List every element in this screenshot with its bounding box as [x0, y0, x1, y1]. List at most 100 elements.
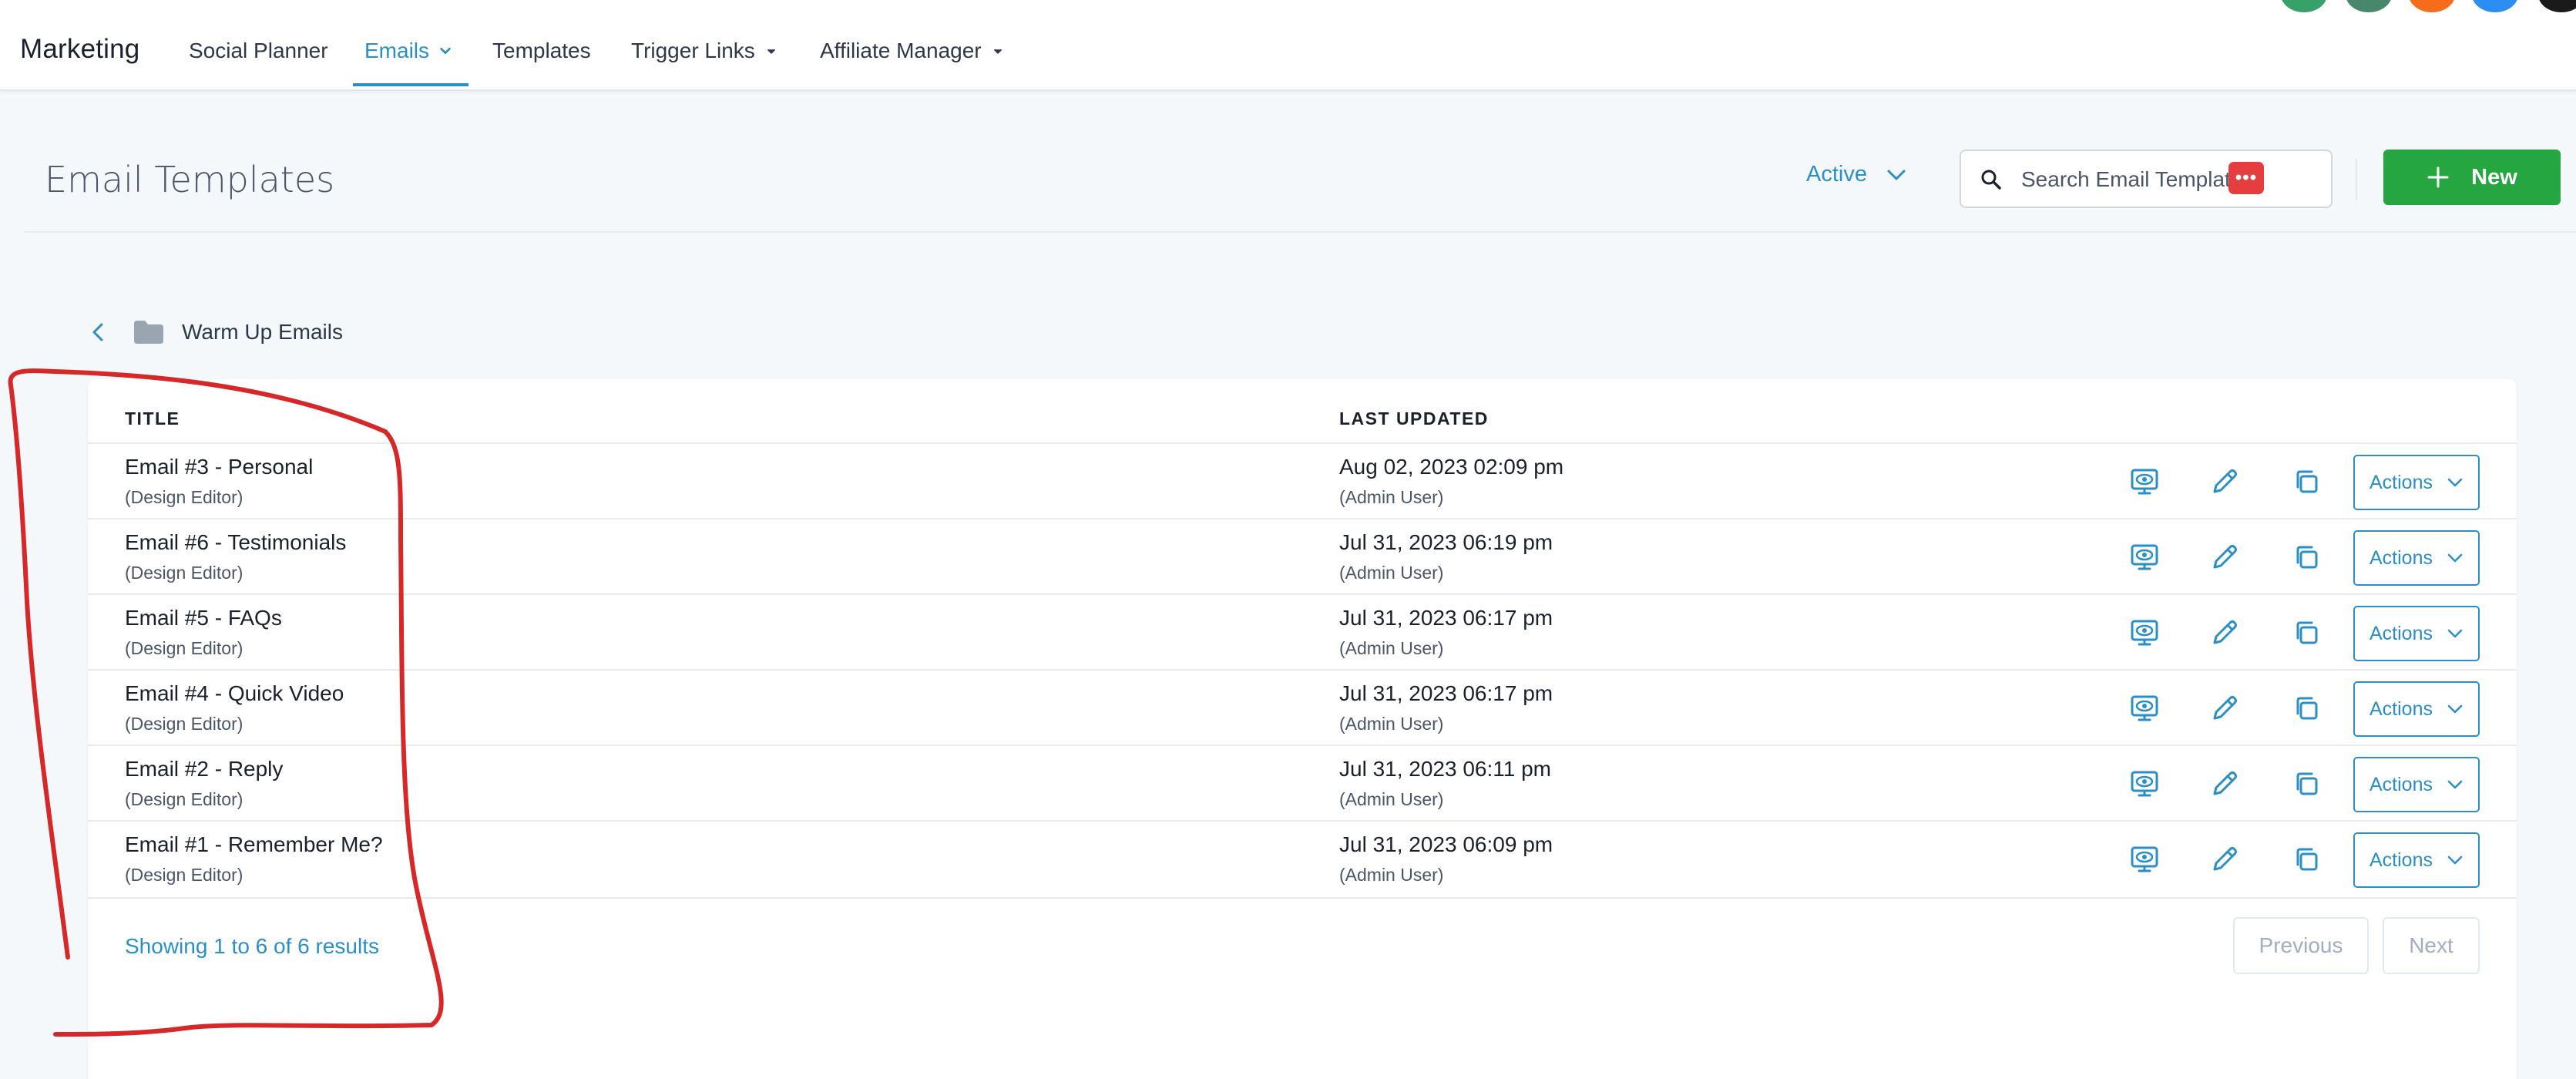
nav-label: Affiliate Manager	[820, 39, 982, 62]
new-template-button[interactable]: New	[2383, 150, 2561, 205]
actions-label: Actions	[2369, 471, 2433, 493]
nav-trigger-links[interactable]: Trigger Links	[631, 39, 778, 63]
last-updated-author: (Admin User)	[1339, 789, 1444, 809]
template-editor-type: (Design Editor)	[125, 563, 243, 583]
page-title: Email Templates	[45, 159, 335, 200]
nav-label: Emails	[364, 39, 430, 62]
avatar[interactable]	[2538, 0, 2576, 12]
pagination-summary: Showing 1 to 6 of 6 results	[125, 934, 379, 958]
chevron-left-icon[interactable]	[89, 321, 106, 344]
previous-page-button[interactable]: Previous	[2233, 917, 2369, 974]
template-editor-type: (Design Editor)	[125, 638, 243, 658]
preview-icon[interactable]	[2130, 769, 2159, 798]
edit-pencil-icon[interactable]	[2210, 618, 2239, 647]
chevron-down-icon	[440, 47, 451, 55]
next-page-button[interactable]: Next	[2383, 917, 2480, 974]
duplicate-icon[interactable]	[2292, 543, 2321, 572]
table-row[interactable]: Email #3 - Personal (Design Editor) Aug 02…	[88, 442, 2517, 518]
duplicate-icon[interactable]	[2292, 467, 2321, 496]
template-title[interactable]: Email #1 - Remember Me?	[125, 832, 383, 857]
extension-badge[interactable]: •••	[2228, 162, 2264, 194]
preview-icon[interactable]	[2130, 467, 2159, 496]
table-row[interactable]: Email #2 - Reply (Design Editor) Jul 31, 2…	[88, 745, 2517, 820]
actions-label: Actions	[2369, 546, 2433, 569]
nav-label: Social Planner	[189, 39, 328, 62]
chevron-down-icon	[2447, 478, 2463, 487]
edit-pencil-icon[interactable]	[2210, 769, 2239, 798]
actions-dropdown-button[interactable]: Actions	[2353, 681, 2480, 737]
chevron-down-icon	[2447, 553, 2463, 563]
avatar[interactable]	[2281, 0, 2327, 12]
table-bottom-border	[88, 897, 2517, 899]
avatar[interactable]	[2409, 0, 2455, 12]
edit-pencil-icon[interactable]	[2210, 467, 2239, 496]
last-updated-author: (Admin User)	[1339, 714, 1444, 734]
status-filter-label: Active	[1806, 162, 1867, 187]
last-updated-date: Aug 02, 2023 02:09 pm	[1339, 455, 1564, 479]
new-button-label: New	[2471, 164, 2517, 190]
search-box[interactable]	[1960, 150, 2333, 208]
folder-name: Warm Up Emails	[182, 320, 343, 344]
nav-label: Trigger Links	[631, 39, 755, 62]
folder-icon	[134, 321, 163, 344]
last-updated-date: Jul 31, 2023 06:09 pm	[1339, 832, 1553, 856]
search-input[interactable]	[2021, 162, 2314, 197]
column-header-title[interactable]: TITLE	[125, 408, 180, 429]
template-title[interactable]: Email #5 - FAQs	[125, 606, 282, 630]
actions-label: Actions	[2369, 773, 2433, 795]
actions-label: Actions	[2369, 697, 2433, 720]
preview-icon[interactable]	[2130, 543, 2159, 572]
duplicate-icon[interactable]	[2292, 769, 2321, 798]
breadcrumb: Warm Up Emails	[89, 319, 343, 345]
avatar[interactable]	[2472, 0, 2518, 12]
actions-dropdown-button[interactable]: Actions	[2353, 832, 2480, 888]
chevron-down-icon	[2447, 780, 2463, 789]
chevron-down-icon	[993, 49, 1002, 54]
header-divider	[25, 231, 2576, 233]
template-editor-type: (Design Editor)	[125, 714, 243, 734]
template-title[interactable]: Email #3 - Personal	[125, 455, 313, 479]
table-row[interactable]: Email #1 - Remember Me? (Design Editor) Ju…	[88, 820, 2517, 896]
template-title[interactable]: Email #6 - Testimonials	[125, 530, 346, 555]
last-updated-date: Jul 31, 2023 06:17 pm	[1339, 606, 1553, 630]
last-updated-date: Jul 31, 2023 06:19 pm	[1339, 530, 1553, 554]
duplicate-icon[interactable]	[2292, 694, 2321, 723]
column-header-last-updated[interactable]: LAST UPDATED	[1339, 408, 1489, 429]
table-row[interactable]: Email #5 - FAQs (Design Editor) Jul 31, 20…	[88, 593, 2517, 669]
chevron-down-icon	[1887, 170, 1906, 180]
template-title[interactable]: Email #4 - Quick Video	[125, 681, 344, 706]
chevron-down-icon	[2447, 704, 2463, 714]
status-filter-dropdown[interactable]: Active	[1806, 162, 1907, 187]
preview-icon[interactable]	[2130, 845, 2159, 874]
nav-templates[interactable]: Templates	[492, 39, 591, 63]
nav-emails[interactable]: Emails	[364, 39, 452, 63]
preview-icon[interactable]	[2130, 694, 2159, 723]
edit-pencil-icon[interactable]	[2210, 845, 2239, 874]
plus-icon	[2427, 166, 2449, 188]
last-updated-author: (Admin User)	[1339, 638, 1444, 658]
template-editor-type: (Design Editor)	[125, 865, 243, 885]
actions-dropdown-button[interactable]: Actions	[2353, 455, 2480, 510]
actions-dropdown-button[interactable]: Actions	[2353, 606, 2480, 661]
actions-label: Actions	[2369, 849, 2433, 871]
template-editor-type: (Design Editor)	[125, 789, 243, 809]
table-row[interactable]: Email #4 - Quick Video (Design Editor) Jul…	[88, 669, 2517, 745]
last-updated-author: (Admin User)	[1339, 563, 1444, 583]
active-tab-indicator	[353, 83, 469, 86]
actions-dropdown-button[interactable]: Actions	[2353, 757, 2480, 812]
template-title[interactable]: Email #2 - Reply	[125, 757, 283, 782]
edit-pencil-icon[interactable]	[2210, 694, 2239, 723]
actions-dropdown-button[interactable]: Actions	[2353, 530, 2480, 586]
nav-social-planner[interactable]: Social Planner	[189, 39, 328, 63]
divider	[2356, 159, 2357, 200]
last-updated-author: (Admin User)	[1339, 487, 1444, 507]
duplicate-icon[interactable]	[2292, 845, 2321, 874]
duplicate-icon[interactable]	[2292, 618, 2321, 647]
preview-icon[interactable]	[2130, 618, 2159, 647]
chevron-down-icon	[767, 49, 775, 54]
avatar[interactable]	[2346, 0, 2392, 12]
edit-pencil-icon[interactable]	[2210, 543, 2239, 572]
chevron-down-icon	[2447, 629, 2463, 638]
table-row[interactable]: Email #6 - Testimonials (Design Editor) Ju…	[88, 518, 2517, 593]
nav-affiliate-manager[interactable]: Affiliate Manager	[820, 39, 1005, 63]
